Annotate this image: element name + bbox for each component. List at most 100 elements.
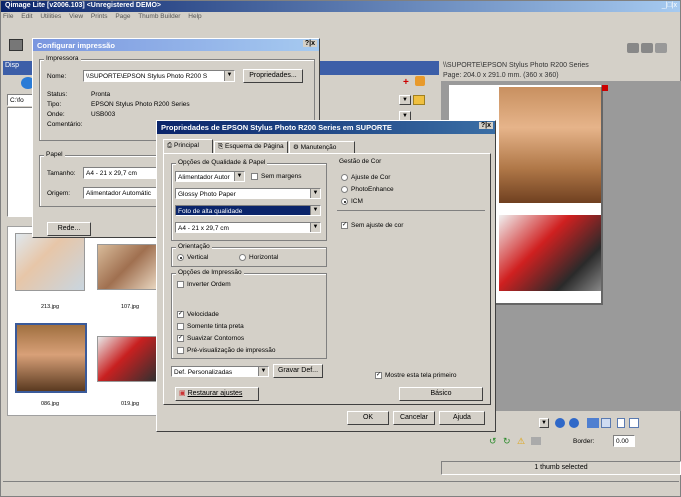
border-input[interactable]: 0.00 xyxy=(613,435,635,447)
print-preview-checkbox[interactable] xyxy=(177,347,184,354)
show-first-label: Mostre esta tela primeiro xyxy=(385,372,457,379)
status-label: Status: xyxy=(47,91,68,98)
folder-icon[interactable] xyxy=(413,95,425,105)
rotate-left-icon[interactable]: ↺ xyxy=(489,436,497,447)
printer-tab-icon: ⎙ xyxy=(167,142,173,149)
tab-maintenance[interactable]: ⚙ Manutenção xyxy=(289,141,355,153)
folder-path-field[interactable]: C:\fo xyxy=(7,94,35,106)
maintenance-tab-icon: ⚙ xyxy=(293,144,299,151)
where-label: Onde: xyxy=(47,111,65,118)
chevron-down-icon[interactable]: ▼ xyxy=(310,206,320,215)
invert-order-label: Inverter Ordem xyxy=(187,281,231,288)
basic-button[interactable]: Básico xyxy=(399,387,483,401)
icm-radio[interactable] xyxy=(341,198,348,205)
ok-button[interactable]: OK xyxy=(347,411,389,425)
menu-help[interactable]: Help xyxy=(188,13,201,20)
color-group-title: Gestão de Cor xyxy=(337,158,384,165)
paper-type-value: Glossy Photo Paper xyxy=(178,191,236,198)
printer-name-value: \\SUPORTE\EPSON Stylus Photo R200 S xyxy=(86,73,208,80)
page-icon[interactable] xyxy=(617,418,625,428)
preview-photo-moto[interactable] xyxy=(499,215,601,291)
menu-file[interactable]: File xyxy=(3,13,13,20)
no-color-adjust-checkbox[interactable]: ✓ xyxy=(341,222,348,229)
print-setup-help-close[interactable]: ?|x xyxy=(302,40,317,47)
preview-photo-portrait[interactable] xyxy=(499,87,601,203)
icm-label: ICM xyxy=(351,198,363,205)
zoom-out-icon[interactable] xyxy=(569,418,579,428)
menu-utilities[interactable]: Utilities xyxy=(40,13,61,20)
thumbnail-label: 019.jpg xyxy=(121,401,140,407)
scan-icon[interactable] xyxy=(531,437,541,445)
help-button[interactable]: Ajuda xyxy=(439,411,485,425)
network-button[interactable]: Rede... xyxy=(47,222,91,236)
warning-icon[interactable]: ⚠ xyxy=(517,436,525,447)
thumbnail-107[interactable] xyxy=(97,244,157,290)
properties-button[interactable]: Propriedades... xyxy=(243,69,303,83)
print-icon[interactable] xyxy=(627,43,639,53)
vertical-radio[interactable] xyxy=(177,254,184,261)
chevron-down-icon[interactable]: ▼ xyxy=(234,172,244,181)
menu-view[interactable]: View xyxy=(69,13,83,20)
horizontal-radio[interactable] xyxy=(239,254,246,261)
chevron-down-icon[interactable]: ▼ xyxy=(224,71,234,81)
status-bar: 1 thumb selected xyxy=(441,461,681,475)
properties-title: Propriedades de EPSON Stylus Photo R200 … xyxy=(161,123,392,132)
dropdown-arrow-button[interactable]: ▼ xyxy=(399,95,411,105)
tab-principal[interactable]: ⎙ Principal xyxy=(163,139,213,153)
custom-settings-select[interactable]: Def. Personalizadas ▼ xyxy=(171,366,269,377)
menu-edit[interactable]: Edit xyxy=(21,13,32,20)
paper-size-select[interactable]: A4 - 21 x 29,7 cm xyxy=(83,167,163,179)
rotate-right-icon[interactable]: ↻ xyxy=(503,436,511,447)
restore-icon: ▣ xyxy=(179,390,186,397)
print-setup-icon[interactable] xyxy=(655,43,667,53)
menu-page[interactable]: Page xyxy=(115,13,130,20)
layout-tab-icon: ⎘ xyxy=(218,143,224,150)
thumbnail-label: 213.jpg xyxy=(41,304,60,310)
orientation-group-title: Orientação xyxy=(176,243,212,250)
menu-thumb-builder[interactable]: Thumb Builder xyxy=(138,13,180,20)
orange-arrows-icon[interactable] xyxy=(415,76,425,86)
feeder-select[interactable]: Alimentador Autor ▼ xyxy=(175,171,245,182)
invert-order-checkbox[interactable] xyxy=(177,281,184,288)
grid-view-icon[interactable] xyxy=(587,418,599,428)
zoom-dropdown-arrow[interactable]: ▼ xyxy=(539,418,549,428)
smooth-checkbox[interactable]: ✓ xyxy=(177,335,184,342)
thumbnail-213[interactable] xyxy=(15,233,85,291)
speed-checkbox[interactable]: ✓ xyxy=(177,311,184,318)
black-only-checkbox[interactable] xyxy=(177,323,184,330)
show-first-checkbox[interactable]: ✓ xyxy=(375,372,382,379)
paper-size-select-props[interactable]: A4 - 21 x 29,7 cm ▼ xyxy=(175,222,321,233)
color-adjust-radio[interactable] xyxy=(341,174,348,181)
printer-name-select[interactable]: \\SUPORTE\EPSON Stylus Photo R200 S ▼ xyxy=(83,70,235,82)
paper-type-select[interactable]: Glossy Photo Paper ▼ xyxy=(175,188,321,199)
chevron-down-icon[interactable]: ▼ xyxy=(310,189,320,198)
red-plus-icon[interactable]: + xyxy=(403,77,409,88)
edit-page-icon[interactable] xyxy=(629,418,639,428)
no-margin-checkbox[interactable] xyxy=(251,173,258,180)
chevron-down-icon[interactable]: ▼ xyxy=(310,223,320,232)
photo-enhance-radio[interactable] xyxy=(341,186,348,193)
paper-group-title: Papel xyxy=(44,151,65,158)
folder-tree[interactable] xyxy=(7,107,35,217)
border-label: Border: xyxy=(573,438,595,445)
printer-icon[interactable] xyxy=(9,39,23,51)
list-view-icon[interactable] xyxy=(601,418,611,428)
save-settings-button[interactable]: Gravar Def... xyxy=(273,364,323,378)
bottom-status-strip xyxy=(3,481,679,495)
window-controls[interactable]: _|□|x xyxy=(662,2,677,9)
tab-page-layout[interactable]: ⎘ Esquema de Página xyxy=(214,141,288,153)
cancel-button[interactable]: Cancelar xyxy=(393,411,435,425)
print-queue-icon[interactable] xyxy=(641,43,653,53)
menu-prints[interactable]: Prints xyxy=(91,13,108,20)
paper-source-select[interactable]: Alimentador Automátic xyxy=(83,187,163,199)
quality-select[interactable]: Foto de alta qualidade ▼ xyxy=(175,205,321,216)
restore-settings-button[interactable]: ▣ Restaurar ajustes xyxy=(175,387,259,401)
left-tab[interactable]: Disp xyxy=(5,62,19,69)
printer-group-title: Impressora xyxy=(44,55,81,62)
chevron-down-icon[interactable]: ▼ xyxy=(258,367,268,376)
zoom-in-icon[interactable] xyxy=(555,418,565,428)
properties-help-close[interactable]: ?|x xyxy=(478,122,493,129)
thumbnail-086[interactable] xyxy=(15,323,87,393)
thumbnail-019[interactable] xyxy=(97,336,157,382)
photo-enhance-label: PhotoEnhance xyxy=(351,186,394,193)
